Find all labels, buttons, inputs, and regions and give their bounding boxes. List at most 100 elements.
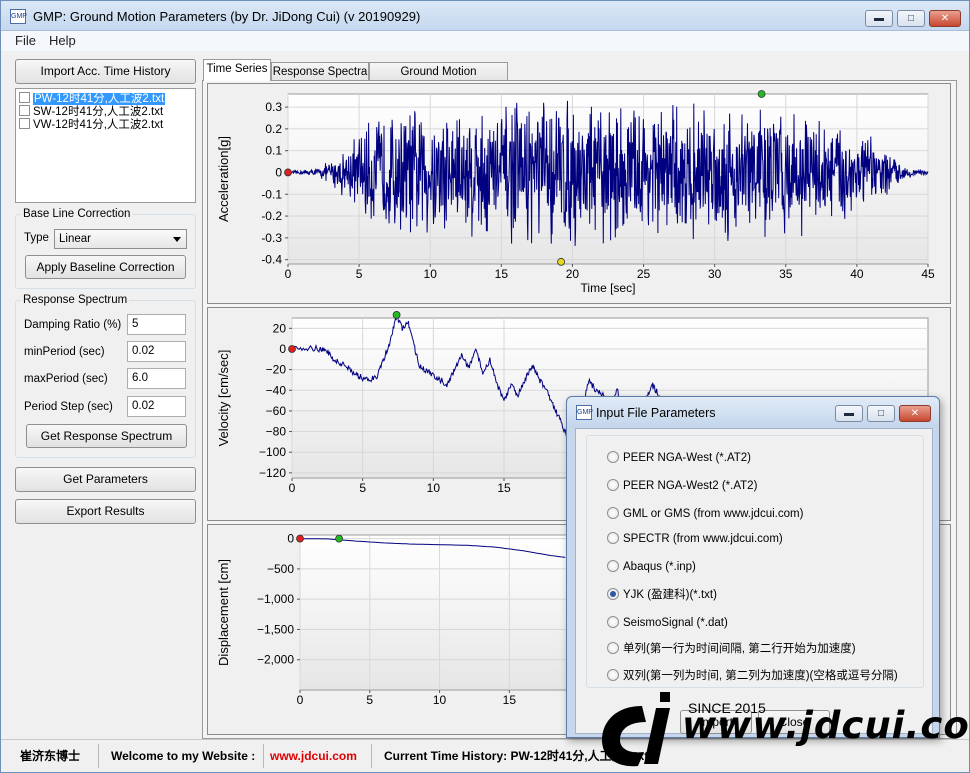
peak-marker xyxy=(335,534,343,543)
list-item[interactable]: VW-12时41分,人工波2.txt xyxy=(19,118,193,132)
peak-marker xyxy=(392,311,401,319)
y-tick-label: -0.4 xyxy=(261,253,282,267)
y-tick-label: −1,500 xyxy=(257,622,294,636)
list-item[interactable]: SW-12时41分,人工波2.txt xyxy=(19,105,193,119)
get-parameters-button[interactable]: Get Parameters xyxy=(15,467,196,492)
dialog-maximize-button[interactable]: □ xyxy=(867,405,895,422)
input-file-parameters-dialog: GMP Input File Parameters ▬ □ ✕ PEER NGA… xyxy=(566,396,940,738)
x-tick-label: 10 xyxy=(424,267,438,281)
y-axis-label: Displacement [cm] xyxy=(216,559,231,666)
y-tick-label: 0 xyxy=(275,165,282,179)
acceleration-chart-svg: 0 5 10 15 20 25 30 35 40 45 0.3 0.2 0.1 0 -0.1 -0.2 -0.3… xyxy=(216,90,935,295)
peak-marker xyxy=(284,168,292,177)
watermark-site: www.jdcui.com xyxy=(682,704,970,747)
radio-button[interactable] xyxy=(607,669,619,681)
max-period-input[interactable]: 6.0 xyxy=(127,368,186,389)
y-tick-label: 0.2 xyxy=(265,122,282,136)
option-label: 双列(第一列为时间, 第二列为加速度)(空格或逗号分隔) xyxy=(623,670,898,682)
x-tick-label: 35 xyxy=(779,267,793,281)
author-name: 崔济东博士 xyxy=(20,749,81,763)
file-label: VW-12时41分,人工波2.txt xyxy=(33,119,164,131)
option-single-column[interactable]: 单列(第一行为时间间隔, 第二行开始为加速度) xyxy=(607,641,856,657)
x-tick-label: 15 xyxy=(503,693,517,707)
option-seismosignal[interactable]: SeismoSignal (*.dat) xyxy=(607,615,728,631)
y-tick-label: −100 xyxy=(259,445,286,459)
option-label: PEER NGA-West2 (*.AT2) xyxy=(623,480,758,492)
jdcui-logo-icon xyxy=(602,692,670,767)
apply-baseline-button[interactable]: Apply Baseline Correction xyxy=(25,255,186,279)
file-checkbox[interactable] xyxy=(19,118,30,129)
x-tick-label: 40 xyxy=(850,267,864,281)
x-tick-label: 15 xyxy=(495,267,509,281)
website-link[interactable]: www.jdcui.com xyxy=(270,746,357,766)
dialog-title-bar[interactable]: GMP Input File Parameters ▬ □ ✕ xyxy=(567,397,939,427)
period-step-input[interactable]: 0.02 xyxy=(127,396,186,417)
baseline-group-title: Base Line Correction xyxy=(21,208,133,220)
radio-button[interactable] xyxy=(607,560,619,572)
option-label: SeismoSignal (*.dat) xyxy=(623,617,728,629)
y-tick-label: 0 xyxy=(287,532,294,546)
x-tick-label: 0 xyxy=(289,481,296,495)
menu-help[interactable]: Help xyxy=(49,33,76,48)
file-list[interactable]: PW-12时41分,人工波2.txt SW-12时41分,人工波2.txt VW… xyxy=(15,88,196,203)
min-period-input[interactable]: 0.02 xyxy=(127,341,186,362)
tab-ground-motion-parameters[interactable]: Ground Motion Parameters xyxy=(369,62,508,96)
option-peer-nga-west2[interactable]: PEER NGA-West2 (*.AT2) xyxy=(607,478,757,494)
y-tick-label: −20 xyxy=(266,363,287,377)
status-divider xyxy=(263,744,264,768)
file-checkbox[interactable] xyxy=(19,105,30,116)
file-checkbox[interactable] xyxy=(19,92,30,103)
option-gml-gms[interactable]: GML or GMS (from www.jdcui.com) xyxy=(607,506,803,522)
baseline-type-value: Linear xyxy=(59,233,91,245)
y-axis-label: Acceleration[g] xyxy=(216,136,231,222)
baseline-type-select[interactable]: Linear xyxy=(54,229,187,249)
minimize-button[interactable]: ▬ xyxy=(865,10,893,27)
option-abaqus[interactable]: Abaqus (*.inp) xyxy=(607,559,696,575)
option-yjk[interactable]: YJK (盈建科)(*.txt) xyxy=(607,587,717,603)
maximize-button[interactable]: □ xyxy=(897,10,925,27)
x-tick-label: 10 xyxy=(427,481,441,495)
x-tick-label: 15 xyxy=(497,481,511,495)
close-button[interactable]: ✕ xyxy=(929,10,961,27)
list-item[interactable]: PW-12时41分,人工波2.txt xyxy=(19,92,193,106)
tab-response-spectra[interactable]: Response Spectra xyxy=(271,62,369,81)
app-logo-icon: GMP xyxy=(576,405,593,420)
type-label: Type xyxy=(24,232,49,244)
radio-button[interactable] xyxy=(607,507,619,519)
title-bar[interactable]: GMP GMP: Ground Motion Parameters (by Dr… xyxy=(1,1,969,31)
export-results-button[interactable]: Export Results xyxy=(15,499,196,524)
y-tick-label: −2,000 xyxy=(257,653,294,667)
acceleration-chart[interactable]: 0 5 10 15 20 25 30 35 40 45 0.3 0.2 0.1 0 -0.1 -0.2 -0.3… xyxy=(207,83,951,304)
y-tick-label: −120 xyxy=(259,466,286,480)
option-label: 单列(第一行为时间间隔, 第二行开始为加速度) xyxy=(623,643,856,655)
min-period-label: minPeriod (sec) xyxy=(24,346,105,358)
x-tick-label: 5 xyxy=(356,267,363,281)
dialog-close-icon-button[interactable]: ✕ xyxy=(899,405,931,422)
y-tick-label: 20 xyxy=(273,321,287,335)
app-logo-icon: GMP xyxy=(10,9,27,24)
tab-time-series[interactable]: Time Series xyxy=(203,59,271,81)
peak-marker xyxy=(557,257,565,266)
radio-button[interactable] xyxy=(607,532,619,544)
y-tick-label: −1,000 xyxy=(257,592,294,606)
radio-button-checked[interactable] xyxy=(607,588,619,600)
get-response-spectrum-button[interactable]: Get Response Spectrum xyxy=(26,424,187,448)
max-period-label: maxPeriod (sec) xyxy=(24,373,108,385)
dialog-minimize-button[interactable]: ▬ xyxy=(835,405,863,422)
menu-bar: File Help xyxy=(1,31,969,51)
radio-button[interactable] xyxy=(607,451,619,463)
option-label: SPECTR (from www.jdcui.com) xyxy=(623,533,783,545)
y-tick-label: -0.2 xyxy=(261,209,282,223)
import-time-history-button[interactable]: Import Acc. Time History xyxy=(15,59,196,84)
option-two-column[interactable]: 双列(第一列为时间, 第二列为加速度)(空格或逗号分隔) xyxy=(607,668,898,684)
menu-file[interactable]: File xyxy=(15,33,36,48)
radio-button[interactable] xyxy=(607,616,619,628)
damping-ratio-input[interactable]: 5 xyxy=(127,314,186,335)
status-divider xyxy=(371,744,372,768)
option-peer-nga-west[interactable]: PEER NGA-West (*.AT2) xyxy=(607,450,751,466)
period-step-label: Period Step (sec) xyxy=(24,401,113,413)
option-spectr[interactable]: SPECTR (from www.jdcui.com) xyxy=(607,531,783,547)
radio-button[interactable] xyxy=(607,642,619,654)
radio-button[interactable] xyxy=(607,479,619,491)
x-tick-label: 10 xyxy=(433,693,447,707)
